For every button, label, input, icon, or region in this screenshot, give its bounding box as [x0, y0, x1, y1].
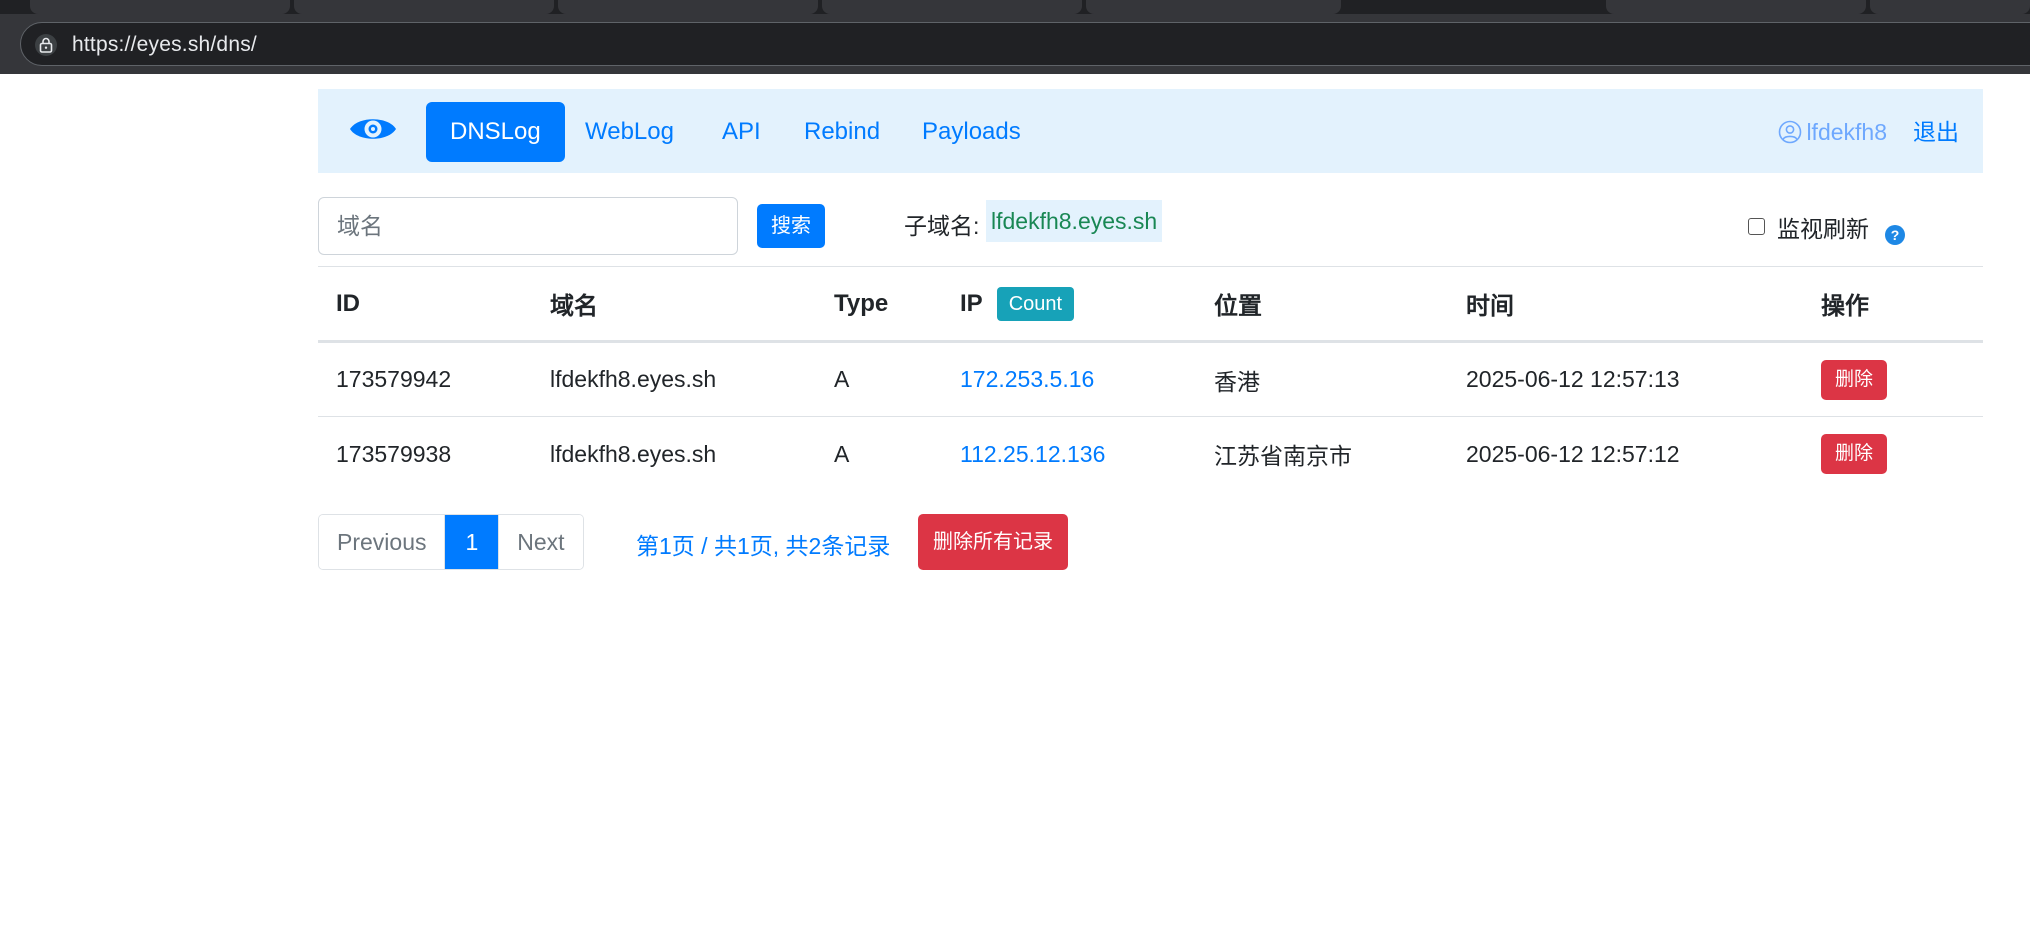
subdomain-value: lfdekfh8.eyes.sh: [986, 200, 1163, 242]
monitor-refresh-checkbox[interactable]: [1748, 218, 1765, 235]
header-domain: 域名: [550, 293, 598, 320]
cell-domain: lfdekfh8.eyes.sh: [550, 366, 717, 392]
cell-id: 173579938: [336, 440, 452, 467]
username: lfdekfh8: [1806, 119, 1887, 145]
delete-row-button[interactable]: 删除: [1821, 434, 1887, 474]
search-button[interactable]: 搜索: [757, 204, 825, 248]
page-previous[interactable]: Previous: [319, 515, 446, 569]
nav-payloads[interactable]: Payloads: [898, 102, 1045, 162]
cell-location: 香港: [1214, 368, 1260, 395]
table-header-row: ID 域名 Type IP Count 位置 时间 操作: [318, 267, 1983, 343]
nav-api[interactable]: API: [698, 102, 785, 162]
help-icon[interactable]: ?: [1885, 225, 1905, 245]
cell-time: 2025-06-12 12:57:13: [1466, 366, 1680, 392]
cell-domain: lfdekfh8.eyes.sh: [550, 440, 717, 467]
header-type: Type: [834, 289, 889, 317]
dns-records-table: ID 域名 Type IP Count 位置 时间 操作 173579942 l…: [318, 267, 1983, 491]
url-text[interactable]: https://eyes.sh/dns/: [72, 33, 257, 57]
header-id: ID: [336, 289, 360, 317]
browser-address-bar: https://eyes.sh/dns/: [0, 14, 2030, 74]
nav-dnslog[interactable]: DNSLog: [426, 102, 565, 162]
monitor-refresh: 监视刷新?: [1748, 210, 1905, 245]
user-circle-icon: [1779, 120, 1802, 144]
logout-link[interactable]: 退出: [1913, 117, 1959, 147]
delete-all-button[interactable]: 删除所有记录: [918, 514, 1068, 570]
cell-type: A: [834, 440, 850, 467]
top-navbar: DNSLog WebLog API Rebind Payloads lfdekf…: [318, 89, 1983, 173]
user-menu[interactable]: lfdekfh8: [1778, 117, 1887, 147]
browser-tab[interactable]: [1606, 0, 1866, 14]
browser-tab[interactable]: [1870, 0, 2030, 14]
cell-location: 江苏省南京市: [1214, 443, 1352, 469]
browser-tab[interactable]: [822, 0, 1082, 14]
lock-icon[interactable]: [35, 34, 57, 56]
table-row: 173579942 lfdekfh8.eyes.sh A 172.253.5.1…: [318, 343, 1983, 417]
header-time: 时间: [1466, 293, 1514, 320]
page-current[interactable]: 1: [445, 515, 500, 569]
delete-row-button[interactable]: 删除: [1821, 359, 1887, 400]
browser-tab-strip: [0, 0, 2030, 14]
cell-time: 2025-06-12 12:57:12: [1466, 440, 1680, 467]
header-action: 操作: [1821, 293, 1869, 320]
header-location: 位置: [1214, 293, 1262, 320]
cell-action: 删除: [1821, 343, 1887, 416]
browser-tab[interactable]: [1086, 0, 1341, 14]
subdomain-label: 子域名:: [904, 213, 980, 239]
eye-logo-icon[interactable]: [348, 113, 398, 150]
cell-ip-link[interactable]: 172.253.5.16: [960, 343, 1094, 416]
page-info: 第1页 / 共1页, 共2条记录: [636, 533, 891, 559]
cell-id: 173579942: [336, 366, 452, 392]
page-next[interactable]: Next: [499, 515, 583, 569]
header-ip: IP Count: [960, 267, 1075, 340]
count-badge[interactable]: Count: [996, 286, 1075, 321]
url-omnibox[interactable]: https://eyes.sh/dns/: [20, 22, 2030, 66]
table-row: 173579938 lfdekfh8.eyes.sh A 112.25.12.1…: [318, 417, 1983, 491]
cell-action: 删除: [1821, 417, 1887, 491]
pagination: Previous 1 Next: [318, 514, 584, 570]
nav-weblog[interactable]: WebLog: [561, 102, 698, 162]
nav-rebind[interactable]: Rebind: [780, 102, 904, 162]
cell-ip-link[interactable]: 112.25.12.136: [960, 417, 1105, 491]
cell-type: A: [834, 366, 850, 392]
browser-tab[interactable]: [30, 0, 290, 14]
browser-tab[interactable]: [294, 0, 554, 14]
monitor-refresh-label[interactable]: 监视刷新: [1777, 216, 1869, 242]
domain-search-input[interactable]: 域名: [318, 197, 738, 255]
browser-tab[interactable]: [558, 0, 818, 14]
header-ip-label: IP: [960, 289, 983, 317]
